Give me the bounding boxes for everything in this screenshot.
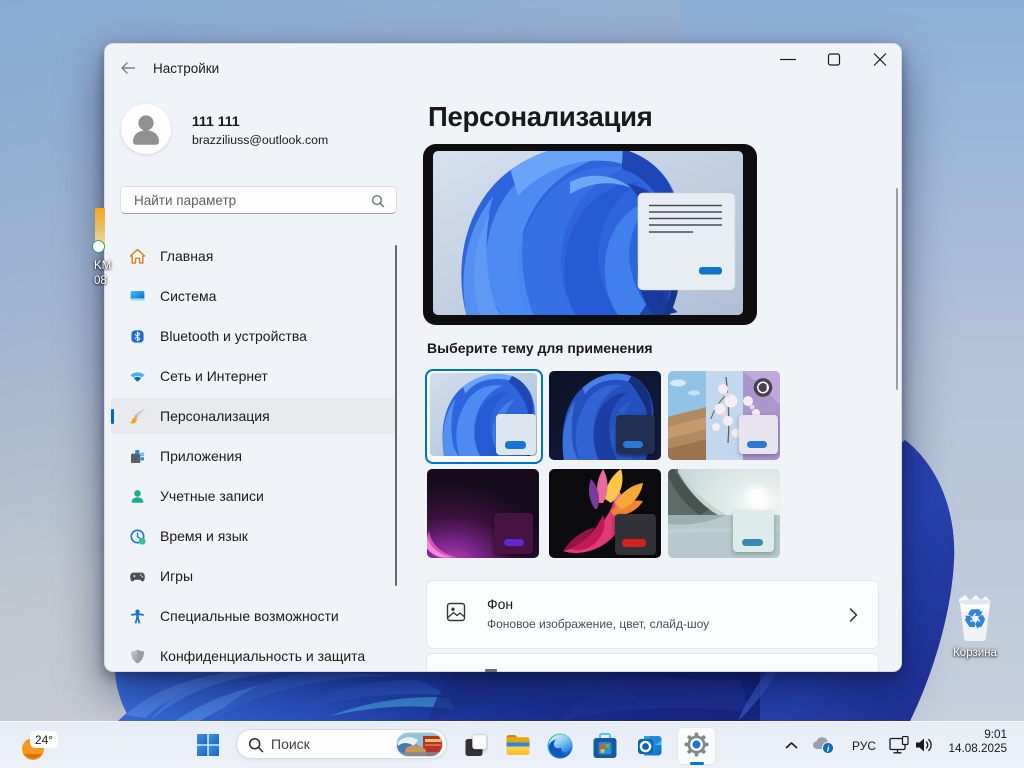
svg-text:24°: 24° bbox=[35, 733, 53, 747]
svg-text:♻: ♻ bbox=[963, 604, 986, 634]
